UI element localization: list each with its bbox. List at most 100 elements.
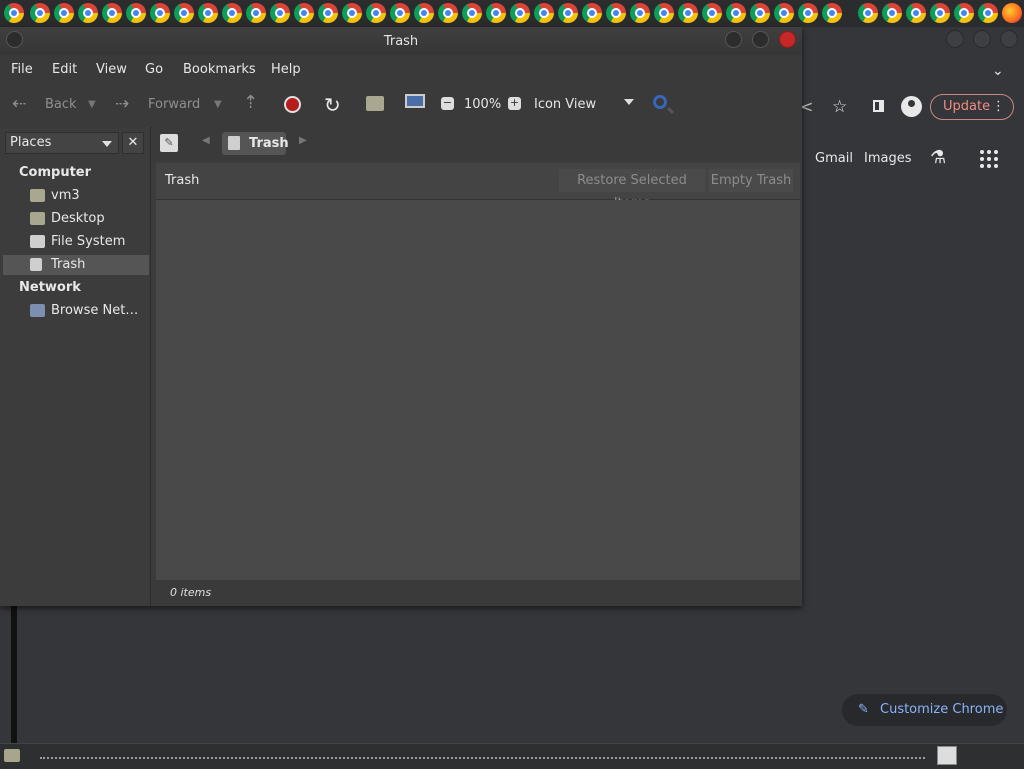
chrome-app-icon[interactable] [774,3,794,23]
back-history-icon[interactable]: ▼ [88,99,96,110]
menu-view[interactable]: View [96,62,127,77]
edit-location-icon[interactable]: ✎ [160,134,178,152]
computer-icon[interactable] [405,94,425,108]
close-sidebar-button[interactable]: ✕ [122,132,144,154]
chrome-app-icon[interactable] [246,3,266,23]
zoom-in-icon[interactable]: + [508,97,521,110]
up-icon[interactable]: ⇡ [243,92,258,113]
forward-history-icon[interactable]: ▼ [214,99,222,110]
chrome-app-icon[interactable] [606,3,626,23]
top-panel [0,0,1024,27]
share-icon[interactable]: < [800,97,813,116]
chrome-minimize-button[interactable] [946,30,964,48]
chrome-app-icon[interactable] [726,3,746,23]
chrome-app-icon[interactable] [822,3,842,23]
chrome-app-icon[interactable] [366,3,386,23]
close-button[interactable] [779,31,796,48]
chrome-app-icon[interactable] [4,3,24,23]
chrome-app-icon[interactable] [702,3,722,23]
search-icon[interactable] [653,95,667,109]
chrome-app-icon[interactable] [30,3,50,23]
chrome-app-icon[interactable] [54,3,74,23]
file-icon-view[interactable] [156,200,800,580]
forward-button[interactable]: Forward [148,97,200,112]
crumb-scroll-right-icon[interactable]: ▶ [299,135,307,146]
chrome-app-icon[interactable] [798,3,818,23]
avatar[interactable] [901,96,922,117]
chrome-app-icon[interactable] [750,3,770,23]
breadcrumb[interactable]: Trash [222,132,289,155]
sidebar-item-vm3[interactable]: vm3 [3,186,149,206]
empty-trash-button[interactable]: Empty Trash [709,169,793,192]
chrome-app-icon[interactable] [582,3,602,23]
chrome-app-icon[interactable] [150,3,170,23]
chrome-app-icon[interactable] [630,3,650,23]
chevron-down-icon[interactable]: ⌄ [992,63,1004,79]
chrome-app-icon[interactable] [678,3,698,23]
chrome-app-icon[interactable] [294,3,314,23]
maximize-button[interactable] [752,31,769,48]
chrome-app-icon[interactable] [102,3,122,23]
sidebar-pane-select[interactable]: Places [5,132,119,154]
chrome-app-icon[interactable] [534,3,554,23]
workspace-switcher-icon[interactable] [937,746,957,765]
firefox-app-icon[interactable] [1002,3,1022,23]
chrome-app-icon[interactable] [390,3,410,23]
chrome-app-icon[interactable] [174,3,194,23]
chrome-app-icon[interactable] [78,3,98,23]
update-button[interactable]: Update ⋮ [930,94,1014,120]
side-panel-icon[interactable] [873,100,884,112]
chrome-app-icon[interactable] [858,3,878,23]
chrome-app-icon[interactable] [486,3,506,23]
chrome-app-icon[interactable] [558,3,578,23]
chrome-maximize-button[interactable] [973,30,991,48]
chrome-app-icon[interactable] [414,3,434,23]
chrome-app-icon[interactable] [882,3,902,23]
apps-grid-icon[interactable] [980,150,998,168]
labs-icon[interactable]: ⚗ [930,147,946,168]
chrome-app-icon[interactable] [198,3,218,23]
chrome-close-button[interactable] [1000,30,1018,48]
menu-help[interactable]: Help [271,62,301,77]
chrome-app-icon[interactable] [318,3,338,23]
chrome-app-icon[interactable] [654,3,674,23]
menu-go[interactable]: Go [145,62,163,77]
zoom-level[interactable]: 100% [464,97,501,112]
customize-chrome-button[interactable]: ✎ Customize Chrome [842,694,1007,726]
sidebar-item-network[interactable]: Browse Net… [3,301,149,321]
chrome-app-icon[interactable] [510,3,530,23]
forward-arrow-icon: ⇢ [115,94,130,114]
chrome-app-icon[interactable] [930,3,950,23]
minimize-button[interactable] [725,31,742,48]
chrome-app-icon[interactable] [978,3,998,23]
sidebar-item-desktop[interactable]: Desktop [3,209,149,229]
chrome-app-icon[interactable] [438,3,458,23]
chevron-down-icon[interactable] [624,99,634,105]
sidebar-item-filesystem[interactable]: File System [3,232,149,252]
titlebar[interactable]: Trash [0,27,802,55]
chrome-app-icon[interactable] [342,3,362,23]
sidebar-item-trash[interactable]: Trash [3,255,149,275]
menu-file[interactable]: File [11,62,33,77]
chrome-app-icon[interactable] [270,3,290,23]
chrome-app-icon[interactable] [954,3,974,23]
crumb-scroll-left-icon[interactable]: ◀ [202,135,210,146]
gmail-link[interactable]: Gmail [815,151,853,166]
chrome-app-icon[interactable] [222,3,242,23]
back-button[interactable]: Back [45,97,77,112]
chrome-app-icon[interactable] [906,3,926,23]
chrome-app-icon[interactable] [126,3,146,23]
view-mode-select[interactable]: Icon View [534,97,596,112]
restore-selected-button[interactable]: Restore Selected Items [559,169,705,211]
file-manager-icon[interactable] [4,749,20,762]
menu-edit[interactable]: Edit [52,62,77,77]
star-icon[interactable]: ☆ [832,97,847,117]
chrome-app-icon[interactable] [462,3,482,23]
reload-icon[interactable]: ↻ [324,93,341,117]
images-link[interactable]: Images [864,151,912,166]
trash-icon [228,136,240,150]
zoom-out-icon[interactable]: − [441,97,454,110]
menu-bookmarks[interactable]: Bookmarks [183,62,256,77]
home-folder-icon[interactable] [366,96,384,111]
stop-icon[interactable] [284,96,301,113]
